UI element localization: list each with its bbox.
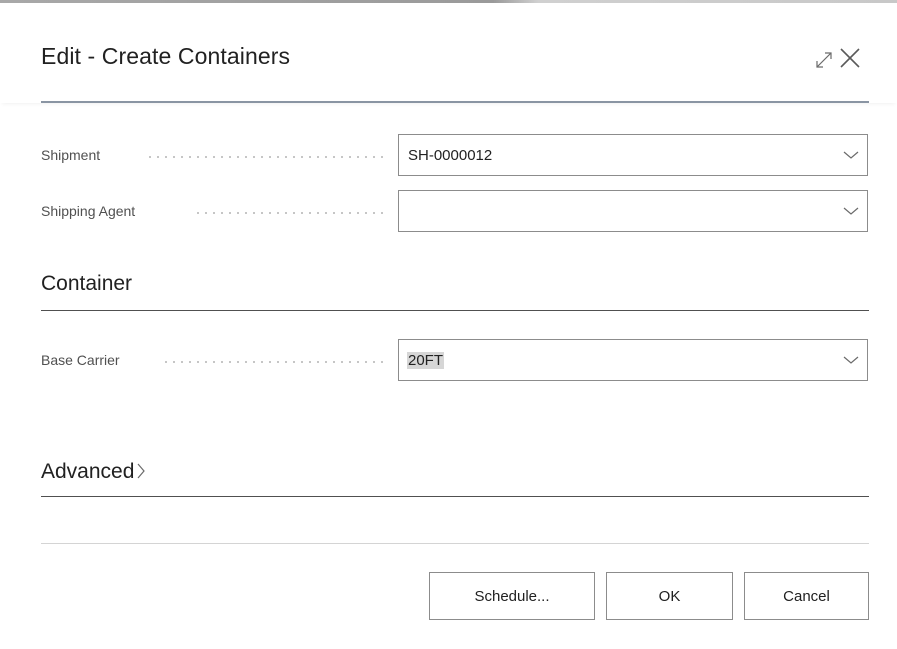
schedule-button[interactable]: Schedule... <box>429 572 595 620</box>
shipping-agent-field-row: Shipping Agent <box>41 190 869 234</box>
chevron-down-icon[interactable] <box>843 150 859 160</box>
shipment-field[interactable]: SH-0000012 <box>398 134 868 176</box>
shipping-agent-leader-dots <box>194 212 388 214</box>
base-carrier-leader-dots <box>162 361 388 363</box>
ok-button[interactable]: OK <box>606 572 733 620</box>
container-section-divider <box>41 310 869 311</box>
shipment-leader-dots <box>146 156 388 158</box>
header-divider <box>41 101 869 103</box>
base-carrier-label: Base Carrier <box>41 352 120 368</box>
shipment-field-row: Shipment SH-0000012 <box>41 134 869 178</box>
chevron-down-icon[interactable] <box>843 206 859 216</box>
chevron-right-icon <box>137 463 146 479</box>
advanced-section-divider <box>41 496 869 497</box>
chevron-down-icon[interactable] <box>843 355 859 365</box>
cancel-button[interactable]: Cancel <box>744 572 869 620</box>
shipping-agent-field[interactable] <box>398 190 868 232</box>
advanced-section-header[interactable]: Advanced <box>41 460 146 484</box>
container-section-title[interactable]: Container <box>41 272 132 296</box>
dialog-header: Edit - Create Containers <box>0 3 897 103</box>
shipment-value: SH-0000012 <box>408 147 493 164</box>
base-carrier-field-row: Base Carrier 20FT <box>41 339 869 383</box>
base-carrier-field[interactable]: 20FT <box>398 339 868 381</box>
base-carrier-value: 20FT <box>407 352 445 369</box>
shipping-agent-label: Shipping Agent <box>41 203 136 219</box>
create-containers-dialog: Edit - Create Containers Shipment SH-000… <box>0 0 897 649</box>
shipment-label: Shipment <box>41 147 101 163</box>
dialog-title: Edit - Create Containers <box>41 43 291 69</box>
footer-divider <box>41 543 869 544</box>
expand-icon[interactable] <box>814 50 834 70</box>
advanced-section-title: Advanced <box>41 460 135 483</box>
close-icon[interactable] <box>838 46 862 70</box>
